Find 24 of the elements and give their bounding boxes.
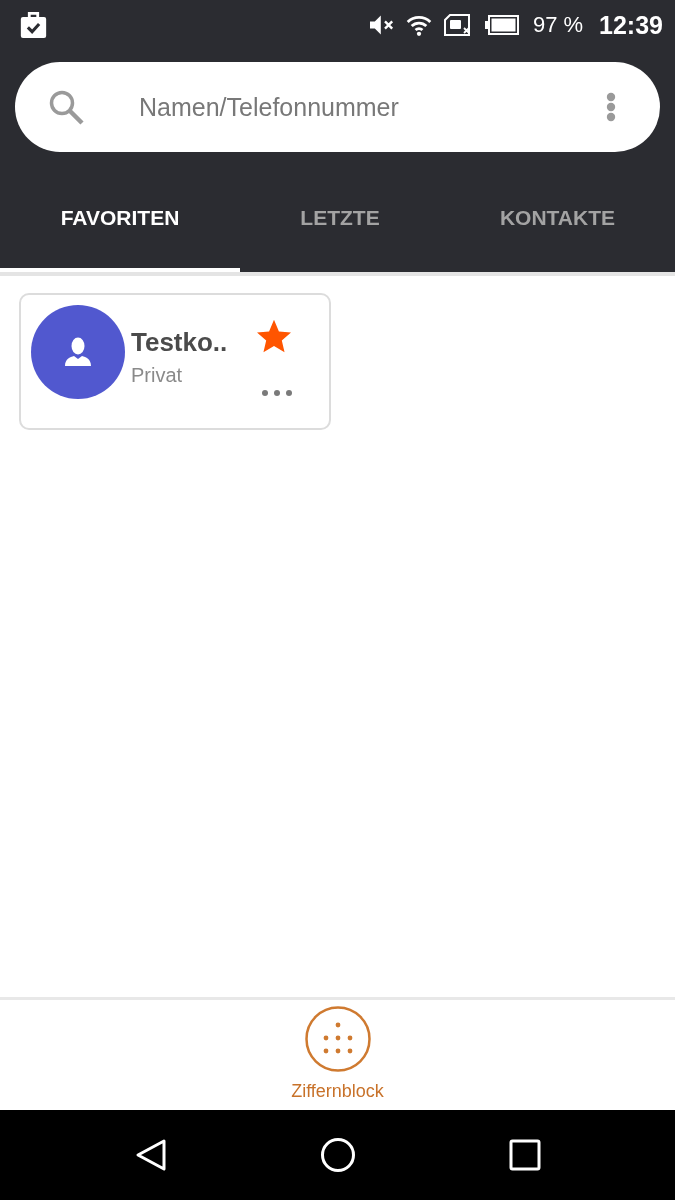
tab[interactable]: KONTAKTE [440,168,675,272]
tab[interactable]: LETZTE [240,168,440,272]
tab[interactable]: FAVORITEN [0,168,240,272]
home-icon[interactable] [319,1137,356,1173]
dialpad-button[interactable]: Ziffernblock [291,1006,384,1102]
sim-card-icon [443,14,473,36]
speaker-muted-icon [369,15,394,35]
search-field[interactable]: Namen/Telefonnummer [139,87,606,127]
briefcase-check-icon [20,12,47,38]
favorite-card[interactable]: Testko.. Privat [19,293,331,430]
dialpad-icon [304,1006,371,1072]
more-icon[interactable] [260,389,294,397]
contact-name: Testko.. [131,327,229,357]
search-bar[interactable]: Namen/Telefonnummer [15,62,660,152]
avatar-icon [31,305,125,399]
clock-time: 12:39 [599,10,663,40]
star-icon[interactable] [257,319,291,353]
battery-percentage: 97 % [532,12,584,38]
more-icon[interactable] [606,92,616,122]
recents-icon[interactable] [506,1137,543,1173]
wifi-icon [405,14,432,36]
contact-label: Privat [131,363,184,387]
search-icon[interactable] [48,89,84,125]
battery-icon [484,15,519,35]
